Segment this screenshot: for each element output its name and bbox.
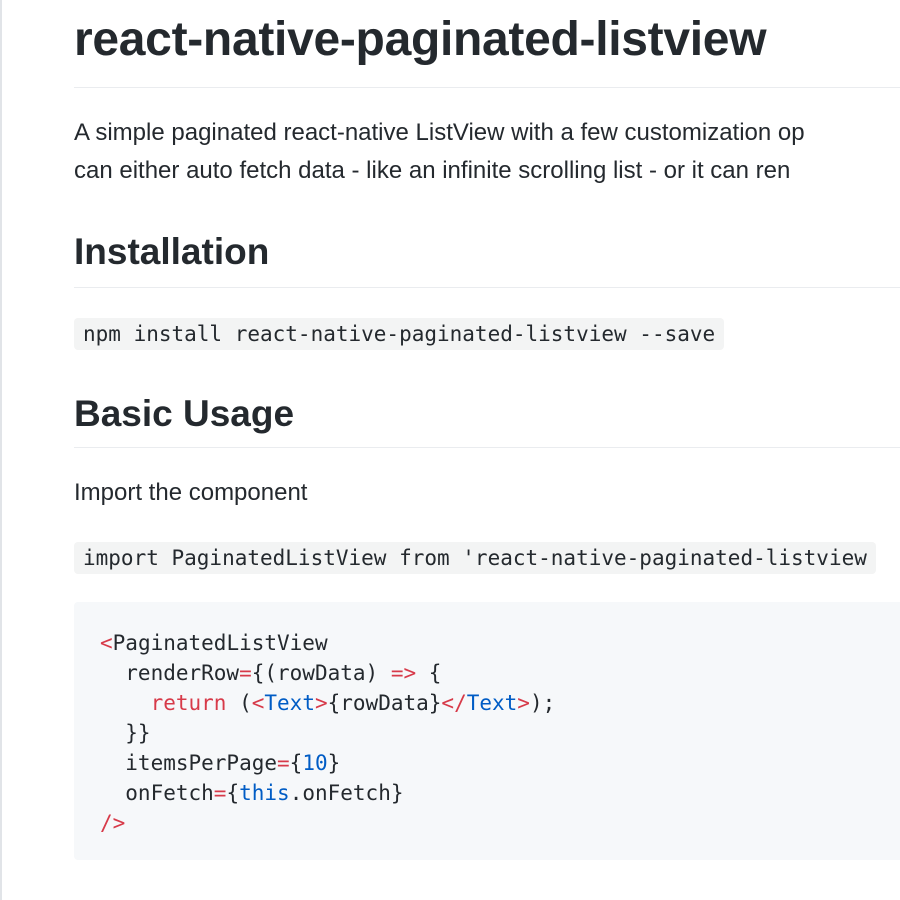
code-token: { (416, 661, 442, 685)
code-token: return (150, 691, 227, 715)
code-line: <PaginatedListView (100, 628, 555, 658)
code-token: .onFetch} (289, 781, 404, 805)
code-token: ); (529, 691, 556, 715)
code-token: => (390, 661, 417, 685)
usage-code-block: <PaginatedListView renderRow={(rowData) … (74, 602, 900, 860)
installation-divider (74, 287, 900, 288)
code-token: itemsPerPage (100, 751, 278, 775)
code-token: > (314, 691, 328, 715)
code-token: PaginatedListView (112, 631, 328, 655)
import-instruction: Import the component (74, 479, 308, 506)
code-line: renderRow={(rowData) => { (100, 658, 555, 688)
code-token: { (226, 781, 240, 805)
code-token: = (239, 661, 252, 685)
code-token: {(rowData) (251, 661, 391, 685)
code-token: < (100, 631, 113, 655)
code-line: }} (100, 718, 555, 748)
title-divider (74, 87, 900, 88)
code-token: Text (264, 691, 315, 715)
code-token: Text (466, 691, 518, 715)
basic-usage-divider (74, 447, 900, 448)
code-token: = (213, 781, 227, 805)
code-line: return (<Text>{rowData}</Text>); (100, 688, 556, 718)
code-token: = (277, 751, 290, 775)
code-token: </ (441, 691, 467, 715)
page-left-border (0, 0, 2, 900)
code-token: < (251, 691, 265, 715)
code-token: }} (100, 721, 151, 745)
code-token: 10 (302, 751, 328, 775)
code-token: ( (226, 691, 252, 715)
intro-line-1: A simple paginated react-native ListView… (74, 119, 805, 146)
import-statement-code: import PaginatedListView from 'react-nat… (74, 542, 876, 574)
code-token: { (289, 751, 303, 775)
code-token: } (327, 751, 341, 775)
basic-usage-heading: Basic Usage (74, 393, 295, 434)
code-lines: <PaginatedListView renderRow={(rowData) … (100, 628, 555, 838)
code-line: itemsPerPage={10} (100, 748, 555, 778)
code-token: onFetch (100, 781, 214, 805)
installation-heading: Installation (74, 231, 270, 272)
code-token: renderRow (100, 661, 240, 685)
code-line: /> (100, 808, 555, 838)
code-token: this (239, 781, 290, 805)
code-token: {rowData} (327, 691, 442, 715)
code-token: /> (100, 811, 126, 835)
intro-line-2: can either auto fetch data - like an inf… (74, 157, 791, 184)
page-title: react-native-paginated-listview (74, 13, 767, 66)
code-token: > (517, 691, 530, 715)
code-line: onFetch={this.onFetch} (100, 778, 555, 808)
install-command: npm install react-native-paginated-listv… (74, 318, 725, 350)
